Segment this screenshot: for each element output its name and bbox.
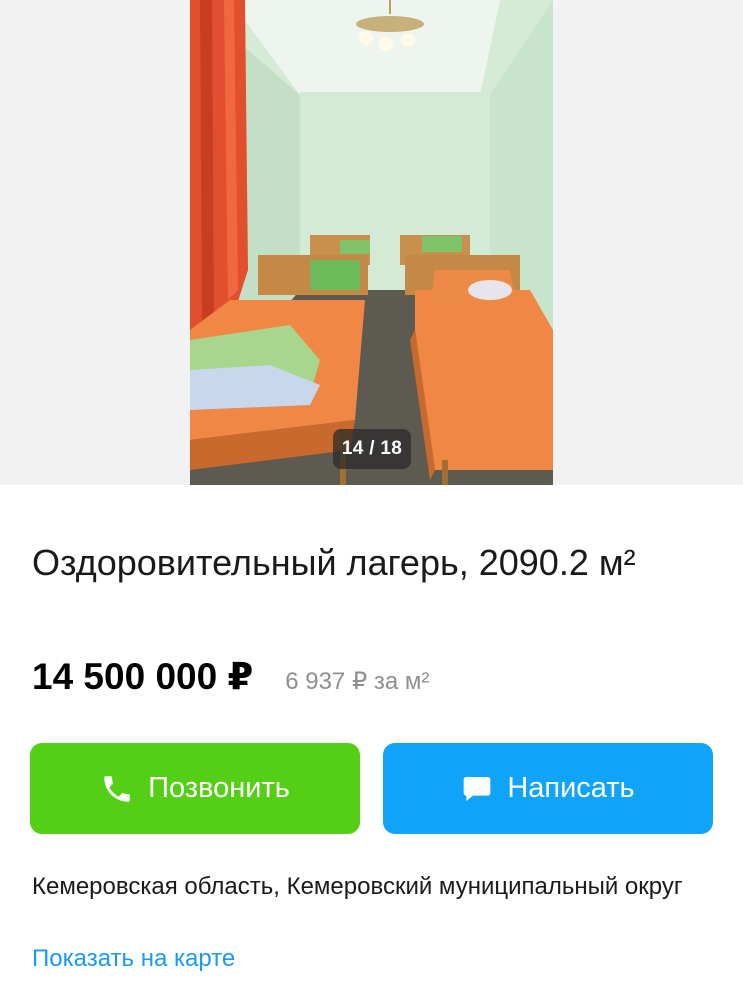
message-button-label: Написать bbox=[507, 772, 635, 804]
price-row: 14 500 000 ₽ 6 937 ₽ за м² bbox=[32, 655, 429, 705]
listing-photo[interactable] bbox=[190, 0, 553, 485]
listing-address: Кемеровская область, Кемеровский муницип… bbox=[32, 873, 683, 900]
price-per-square-meter: 6 937 ₽ за м² bbox=[285, 668, 430, 695]
chat-bubble-icon bbox=[461, 773, 493, 805]
photo-counter: 14 / 18 bbox=[333, 429, 411, 469]
call-button-label: Позвонить bbox=[148, 772, 290, 804]
listing-price: 14 500 000 ₽ bbox=[32, 656, 254, 697]
phone-icon bbox=[100, 772, 134, 806]
listing-title: Оздоровительный лагерь, 2090.2 м² bbox=[32, 542, 636, 583]
photo-gallery[interactable]: 14 / 18 bbox=[0, 0, 743, 485]
message-button[interactable]: Написать bbox=[383, 743, 713, 834]
call-button[interactable]: Позвонить bbox=[30, 743, 360, 834]
show-on-map-link[interactable]: Показать на карте bbox=[32, 942, 235, 976]
